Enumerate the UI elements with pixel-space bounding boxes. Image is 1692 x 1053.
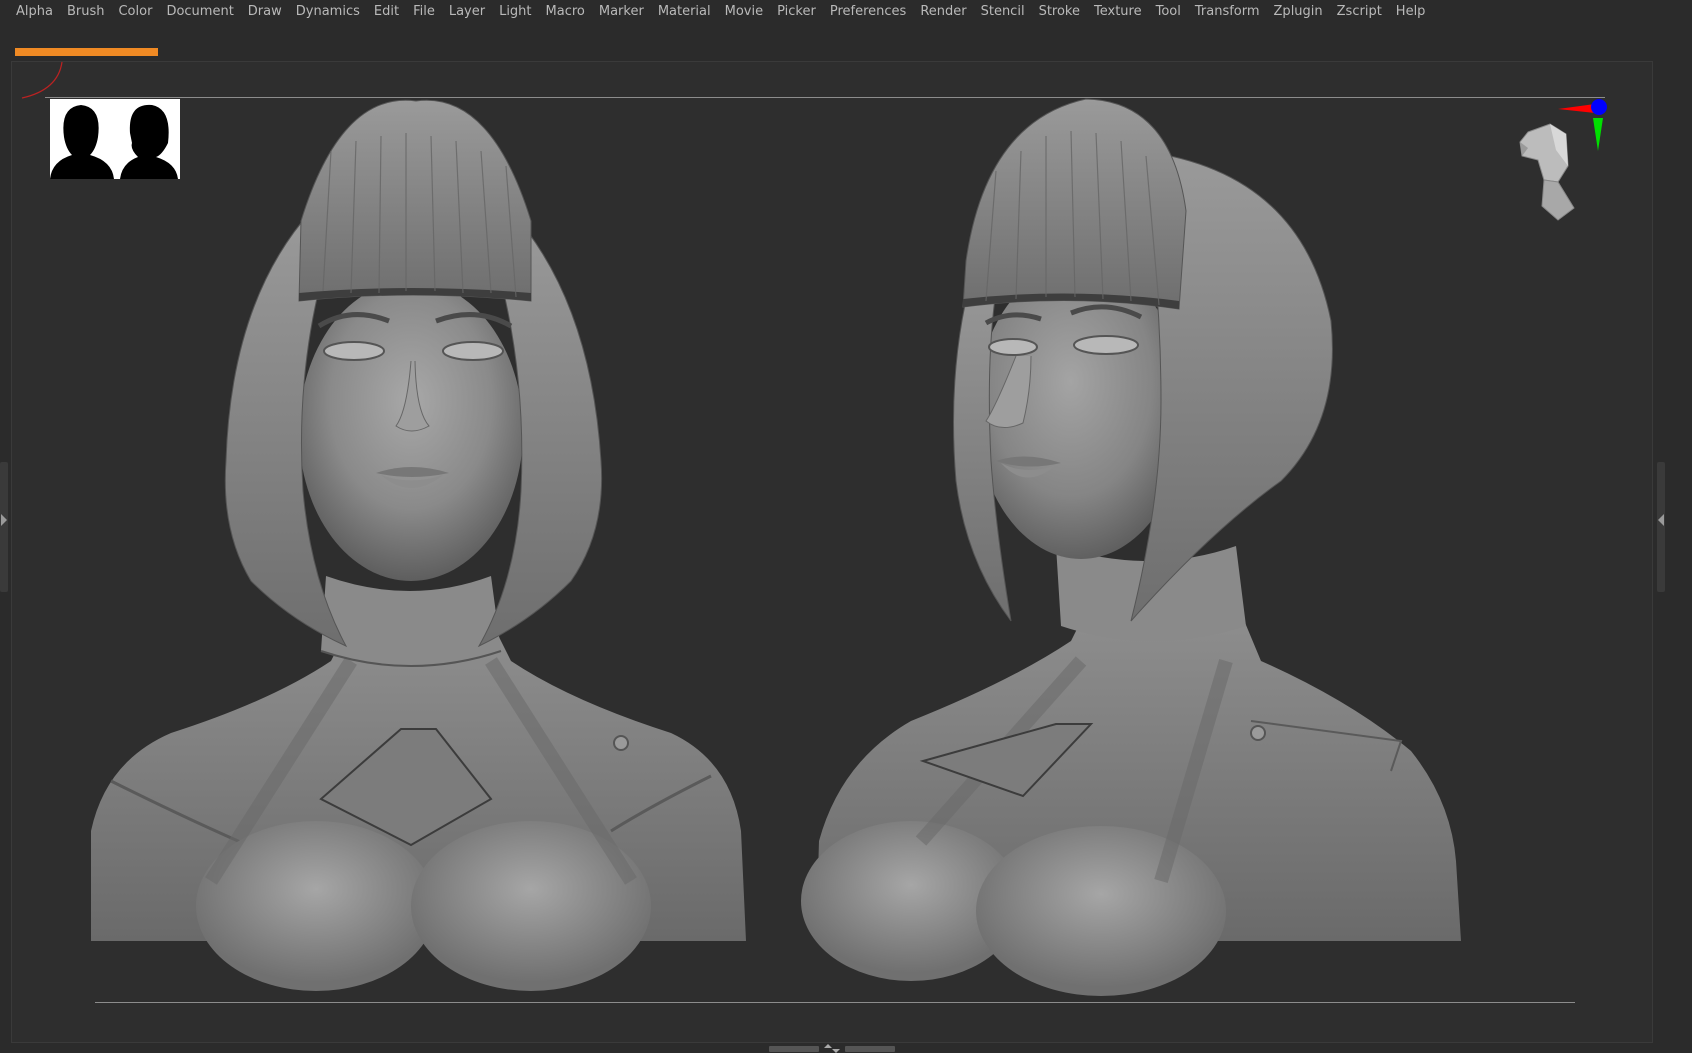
navigation-head-icon[interactable] — [1508, 120, 1580, 225]
tray-grip-right — [845, 1045, 895, 1052]
menu-item-help[interactable]: Help — [1389, 2, 1433, 21]
menu-item-marker[interactable]: Marker — [592, 2, 651, 21]
tray-toggle-arrows-icon[interactable] — [823, 1044, 841, 1053]
menu-item-document[interactable]: Document — [159, 2, 240, 21]
menu-item-material[interactable]: Material — [651, 2, 718, 21]
spotlight-arc-icon — [21, 61, 63, 99]
sculpt-render — [91, 98, 1461, 996]
menu-item-zscript[interactable]: Zscript — [1330, 2, 1389, 21]
menu-item-tool[interactable]: Tool — [1149, 2, 1188, 21]
menu-item-light[interactable]: Light — [492, 2, 538, 21]
progress-fill — [15, 48, 158, 56]
menu-item-render[interactable]: Render — [913, 2, 973, 21]
menu-item-preferences[interactable]: Preferences — [823, 2, 913, 21]
menu-bar: Alpha Brush Color Document Draw Dynamics Edit F… — [0, 0, 1692, 23]
left-tray-handle[interactable] — [0, 462, 8, 592]
right-tray-handle[interactable] — [1657, 462, 1665, 592]
three-quarter-view-figure — [801, 98, 1461, 996]
menu-item-transform[interactable]: Transform — [1188, 2, 1267, 21]
tray-grip-left — [769, 1045, 819, 1052]
menu-item-stencil[interactable]: Stencil — [974, 2, 1032, 21]
front-view-figure — [91, 99, 746, 991]
menu-item-draw[interactable]: Draw — [241, 2, 289, 21]
top-guide-line — [45, 97, 1605, 98]
menu-item-brush[interactable]: Brush — [60, 2, 112, 21]
viewport[interactable] — [11, 61, 1653, 1043]
menu-item-layer[interactable]: Layer — [442, 2, 492, 21]
menu-item-picker[interactable]: Picker — [770, 2, 823, 21]
silhouette-reference — [50, 99, 180, 179]
expand-right-tray-icon[interactable] — [1658, 514, 1664, 526]
menu-item-texture[interactable]: Texture — [1087, 2, 1149, 21]
zbrush-window: Alpha Brush Color Document Draw Dynamics Edit F… — [0, 0, 1692, 1053]
menu-item-edit[interactable]: Edit — [367, 2, 406, 21]
bottom-guide-line — [95, 1002, 1575, 1003]
menu-item-macro[interactable]: Macro — [539, 2, 592, 21]
progress-bar — [15, 48, 158, 56]
menu-item-movie[interactable]: Movie — [718, 2, 770, 21]
menu-item-file[interactable]: File — [406, 2, 442, 21]
silhouette-reference-icon — [50, 99, 180, 179]
menu-item-zplugin[interactable]: Zplugin — [1267, 2, 1330, 21]
menu-item-alpha[interactable]: Alpha — [9, 2, 60, 21]
bottom-tray-handle[interactable] — [767, 1044, 897, 1053]
expand-left-tray-icon[interactable] — [1, 514, 7, 526]
menu-item-color[interactable]: Color — [111, 2, 159, 21]
menu-item-dynamics[interactable]: Dynamics — [289, 2, 367, 21]
menu-item-stroke[interactable]: Stroke — [1032, 2, 1087, 21]
